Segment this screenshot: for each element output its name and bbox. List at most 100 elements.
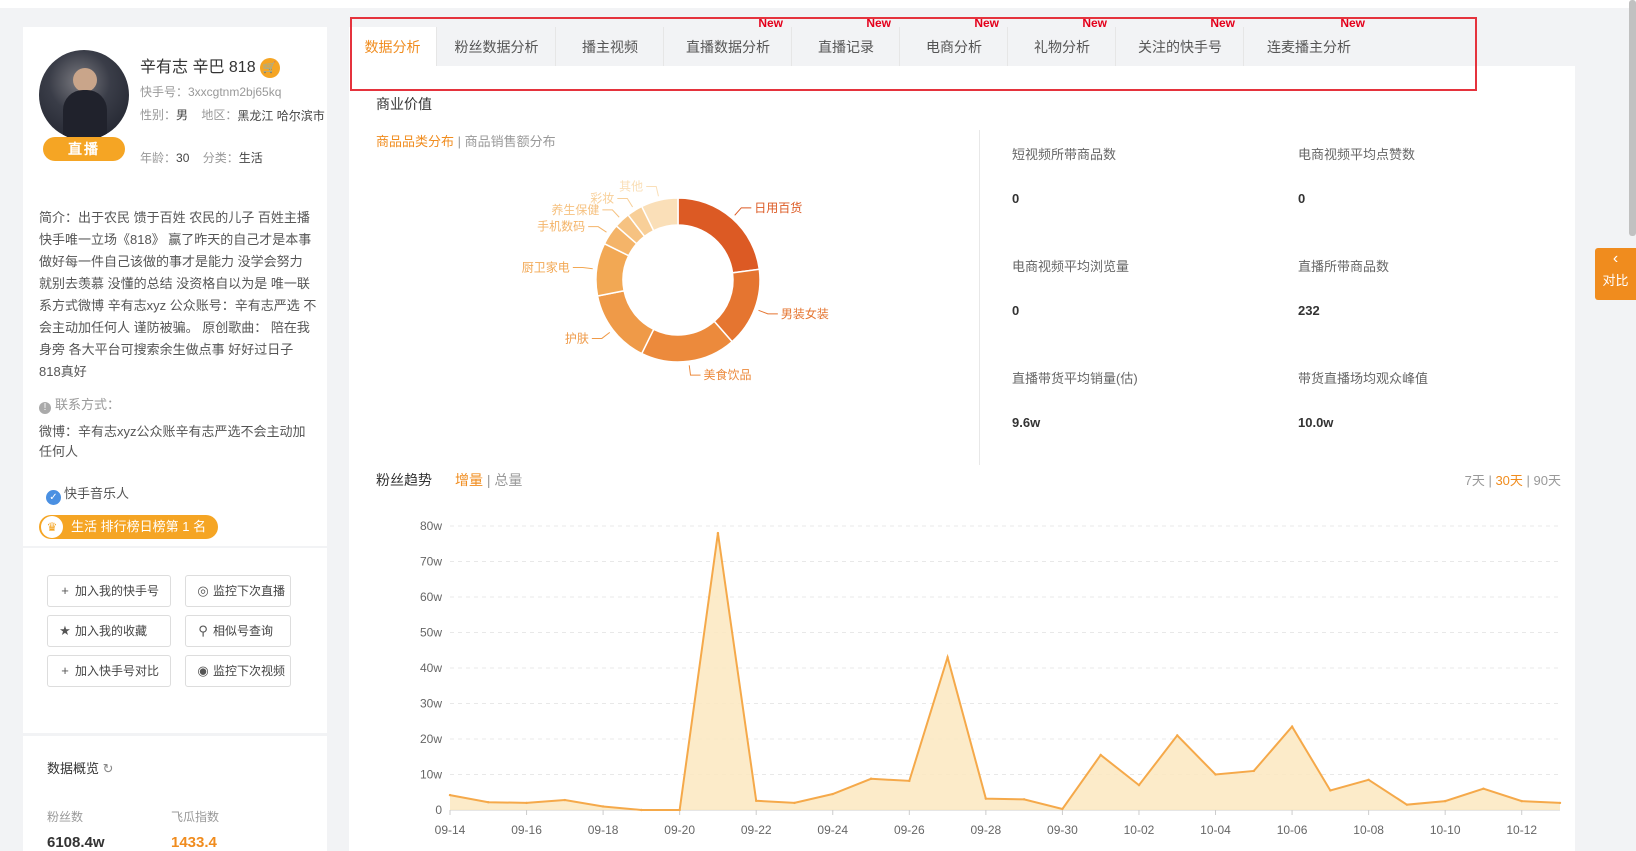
monitor-video-button[interactable]: ◉ 监控下次视频	[185, 655, 291, 687]
y-tick-label: 20w	[420, 732, 442, 746]
donut-leader-line	[734, 207, 752, 216]
similar-label: 相似号查询	[213, 624, 274, 638]
stat-peak-viewers-value: 10.0w	[1298, 415, 1334, 430]
y-tick-label: 80w	[420, 519, 442, 533]
data-point[interactable]	[1558, 801, 1562, 805]
tab-label: 直播数据分析	[686, 39, 770, 55]
data-point[interactable]	[563, 798, 567, 802]
data-point[interactable]	[601, 805, 605, 808]
profile-intro: 简介：出于农民 馈于百姓 农民的儿子 百姓主播 快手唯一立场《818》 赢了昨天…	[39, 210, 317, 379]
monitor-live-button[interactable]: ◎ 监控下次直播	[185, 575, 291, 607]
sales-dist-toggle[interactable]: 商品销售额分布	[465, 134, 556, 149]
donut-label: 厨卫家电	[522, 259, 570, 274]
tab-gifts[interactable]: 礼物分析 New	[1009, 16, 1116, 66]
series-line	[449, 532, 1561, 811]
region-label: 地区：	[201, 108, 238, 122]
data-point[interactable]	[487, 800, 490, 804]
data-point[interactable]	[448, 793, 452, 797]
add-compare-button[interactable]: + 加入快手号对比	[47, 655, 171, 687]
total-toggle[interactable]: 总量	[494, 472, 522, 488]
data-point[interactable]	[678, 808, 681, 812]
tab-live-records[interactable]: 直播记录 New	[793, 16, 900, 66]
donut-slice[interactable]	[677, 197, 761, 274]
donut-slice[interactable]	[596, 289, 655, 355]
donut-leader-line	[617, 197, 634, 208]
data-point[interactable]	[1443, 799, 1447, 803]
data-point[interactable]	[1022, 798, 1026, 801]
tab-fans-analysis[interactable]: 粉丝数据分析	[438, 27, 556, 66]
data-point[interactable]	[984, 797, 988, 800]
range-switch: 7天 | 30天 | 90天	[1464, 473, 1561, 488]
profile-panel: 直播 辛有志 辛巴 818 🛒 快手号：3xxcgtnm2bj65kq 性别：男 …	[23, 27, 327, 851]
area-fill	[450, 533, 1560, 810]
data-point[interactable]	[869, 777, 873, 780]
donut-label: 其他	[619, 180, 643, 194]
plus-icon: +	[61, 583, 69, 598]
data-point[interactable]	[1061, 807, 1064, 811]
data-point[interactable]	[1137, 783, 1141, 787]
data-point[interactable]	[831, 792, 834, 796]
data-point[interactable]	[908, 779, 911, 783]
cart-icon[interactable]: 🛒	[259, 57, 280, 78]
stat-avg-likes-value: 0	[1298, 191, 1306, 206]
data-point[interactable]	[1290, 725, 1294, 728]
add-account-button[interactable]: + 加入我的快手号	[47, 575, 171, 607]
avatar-head	[73, 68, 97, 92]
similar-button[interactable]: ⚲ 相似号查询	[185, 615, 291, 647]
tab-following[interactable]: 关注的快手号 New	[1117, 16, 1244, 66]
avatar[interactable]	[39, 50, 129, 140]
y-tick-label: 70w	[420, 555, 442, 569]
tab-ecommerce[interactable]: 电商分析 New	[901, 16, 1008, 66]
x-tick-label: 09-18	[588, 823, 619, 837]
eye-icon: ◉	[197, 663, 209, 678]
x-tick-label: 09-20	[664, 823, 695, 837]
star-icon: ★	[59, 623, 71, 638]
y-tick-label: 30w	[420, 697, 442, 711]
data-point[interactable]	[1099, 753, 1102, 757]
data-point[interactable]	[1520, 799, 1523, 803]
data-point[interactable]	[946, 656, 949, 659]
plus-icon: +	[61, 663, 69, 678]
data-point[interactable]	[1252, 769, 1255, 773]
rank-badge[interactable]: ♛ 生活 排行榜日榜第 1 名	[39, 515, 219, 539]
data-point[interactable]	[1176, 734, 1179, 737]
age-value: 30	[176, 151, 190, 165]
data-point[interactable]	[1405, 803, 1409, 806]
y-tick-label: 60w	[420, 590, 442, 604]
live-badge[interactable]: 直播	[43, 137, 125, 161]
increment-toggle[interactable]: 增量	[455, 472, 483, 488]
data-point[interactable]	[1214, 773, 1217, 776]
category-dist-toggle[interactable]: 商品品类分布	[376, 134, 454, 149]
tab-label: 电商分析	[926, 39, 982, 55]
page-scrollbar[interactable]	[1629, 0, 1636, 236]
range-30d[interactable]: 30天	[1495, 473, 1522, 488]
add-favorite-button[interactable]: ★ 加入我的收藏	[47, 615, 171, 647]
data-point[interactable]	[793, 801, 796, 805]
data-point[interactable]	[525, 801, 528, 805]
tab-data-analysis[interactable]: 数据分析	[349, 27, 437, 66]
data-point[interactable]	[755, 799, 758, 802]
top-bar	[0, 0, 1636, 8]
data-point[interactable]	[1329, 789, 1332, 792]
refresh-icon[interactable]: ↻	[103, 761, 114, 776]
data-point[interactable]	[1482, 787, 1485, 790]
tab-co-hosts[interactable]: 连麦播主分析 New	[1245, 16, 1373, 66]
x-tick-label: 10-04	[1200, 823, 1231, 837]
compare-side-label: 对比	[1602, 273, 1629, 288]
range-7d[interactable]: 7天	[1465, 473, 1485, 488]
range-90d[interactable]: 90天	[1534, 473, 1561, 488]
tab-live-analysis[interactable]: 直播数据分析 New	[665, 16, 792, 66]
donut-leader-line	[602, 209, 620, 218]
contact-info: 微博：辛有志xyz公众账辛有志严选不会主动加任何人	[39, 424, 306, 459]
tab-videos[interactable]: 播主视频	[557, 27, 664, 66]
x-tick-label: 09-24	[817, 823, 848, 837]
donut-leader-line	[572, 266, 593, 270]
y-tick-label: 10w	[420, 768, 442, 782]
data-point[interactable]	[716, 531, 720, 535]
data-point[interactable]	[640, 808, 643, 812]
actions-card: + 加入我的快手号 ◎ 监控下次直播 ★ 加入我的收藏 ⚲ 相似号查询 + 加入快手号对比…	[23, 548, 327, 733]
donut-slice[interactable]	[640, 320, 734, 363]
data-point[interactable]	[1367, 778, 1370, 782]
compare-side-button[interactable]: ‹ 对比	[1595, 248, 1636, 300]
y-tick-label: 40w	[420, 661, 442, 675]
